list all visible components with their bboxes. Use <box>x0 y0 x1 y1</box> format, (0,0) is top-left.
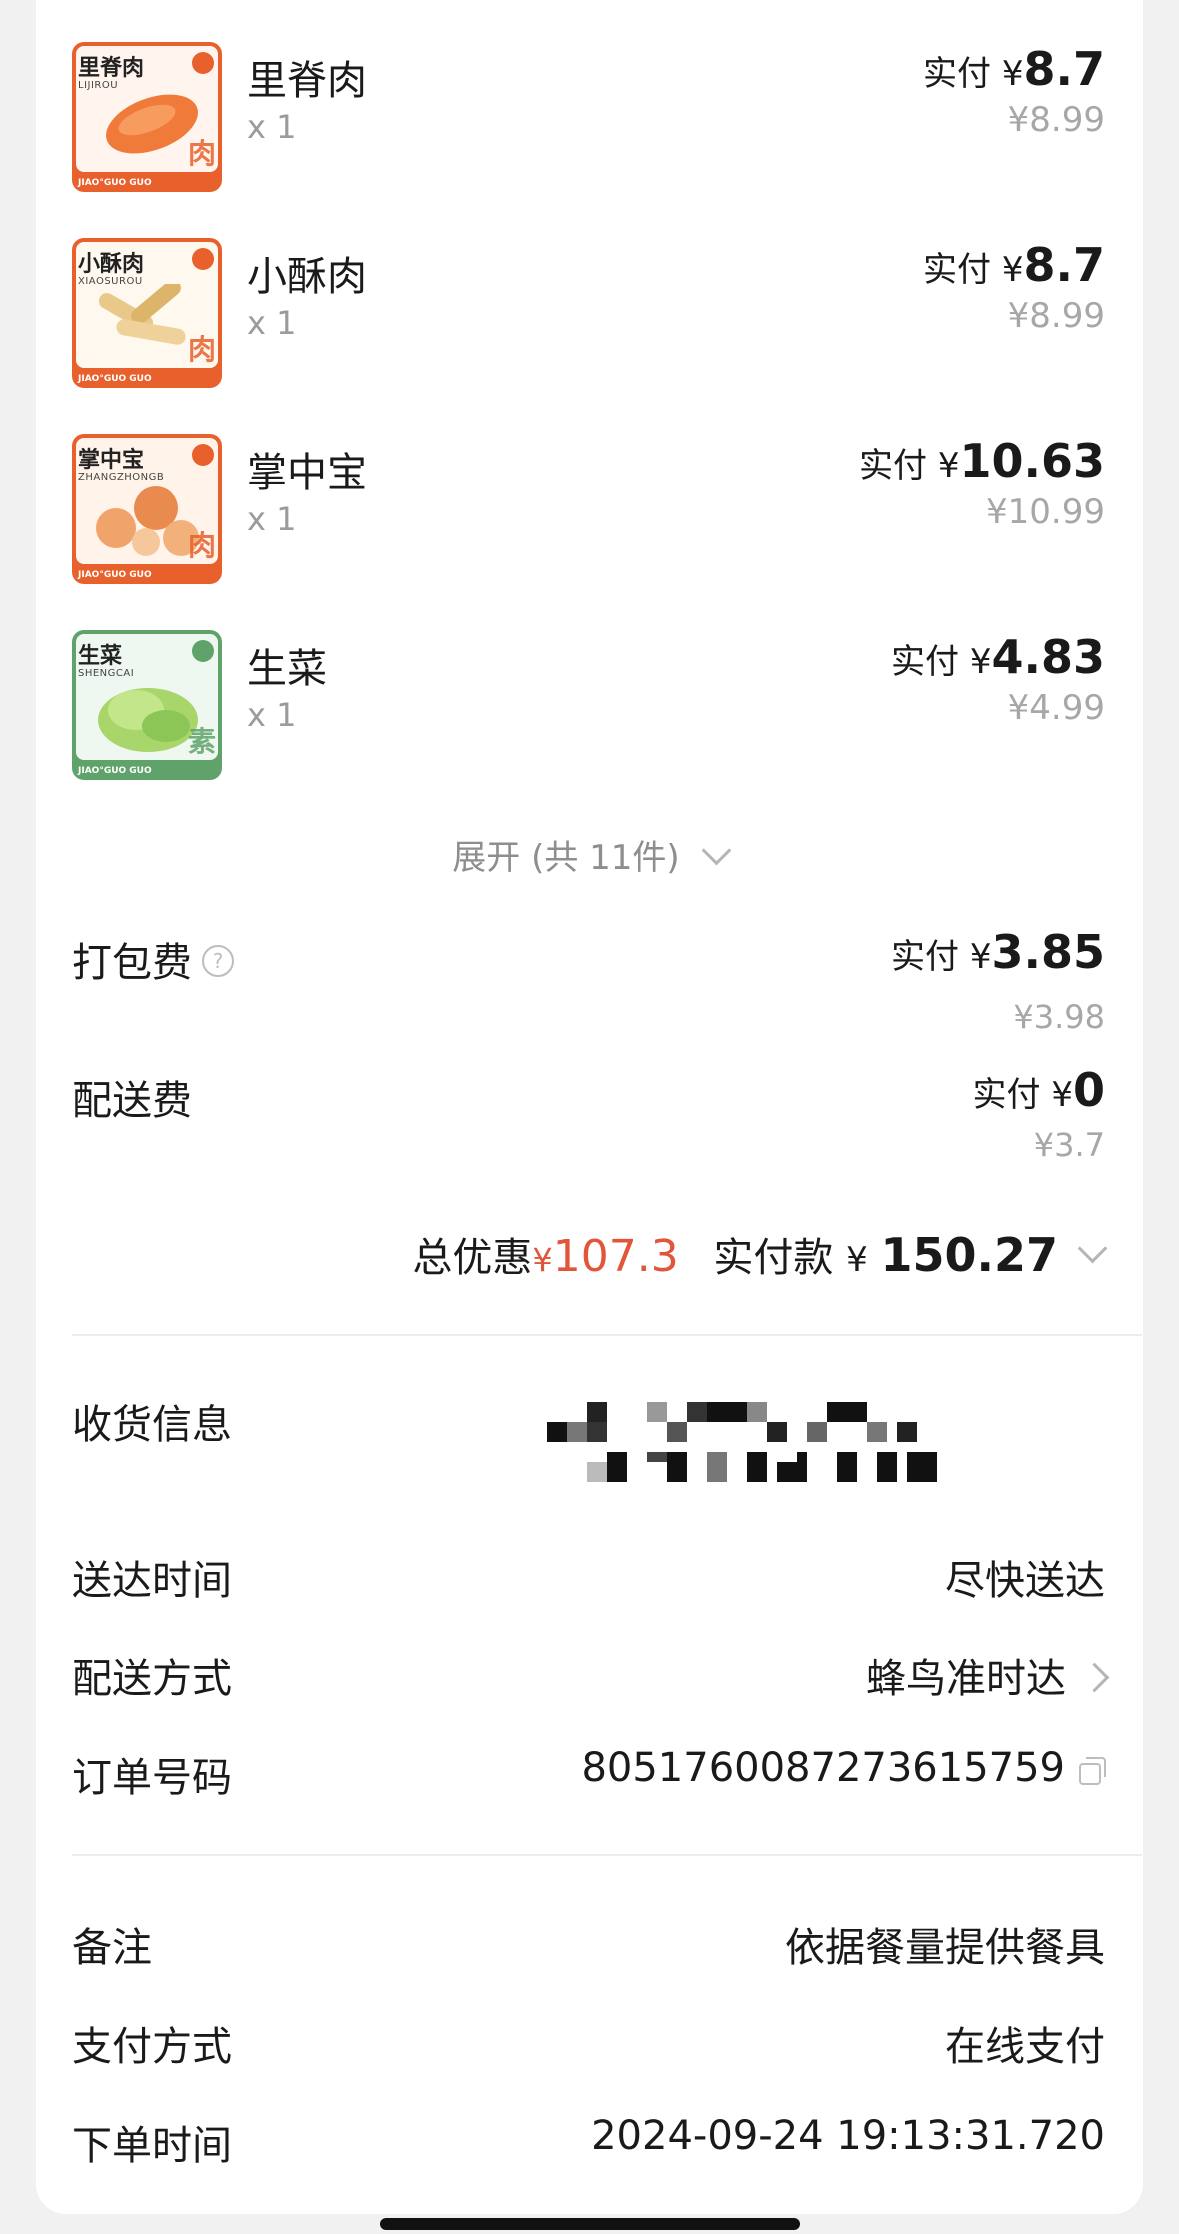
redacted-address <box>547 1402 1107 1502</box>
chevron-right-icon <box>1079 1662 1110 1693</box>
item-quantity: x 1 <box>247 108 297 146</box>
paid-amount: 8.7 <box>1023 42 1106 96</box>
thumbnail-brand: JIAO°GUO GUO <box>78 766 152 776</box>
pay-label: 实付款 <box>713 1235 834 1281</box>
badge-icon <box>192 444 214 466</box>
thumbnail-brand: JIAO°GUO GUO <box>78 374 152 384</box>
delivery-fee-original: ¥3.7 <box>1033 1126 1105 1164</box>
pay-amount: 150.27 <box>880 1228 1058 1282</box>
paid-prefix: 实付 ¥ <box>923 250 1024 290</box>
thumbnail-brand: JIAO°GUO GUO <box>78 570 152 580</box>
order-item[interactable]: 掌中宝 ZHANGZHONGB 肉 JIAO°GUO GUO 掌中宝 x 1 实… <box>36 434 1143 604</box>
help-icon[interactable]: ? <box>202 945 234 977</box>
packing-fee-label: 打包费? <box>72 930 234 988</box>
item-paid-price: 实付 ¥4.83 <box>891 630 1105 684</box>
order-item[interactable]: 小酥肉 XIAOSUROU 肉 JIAO°GUO GUO 小酥肉 x 1 实付 … <box>36 238 1143 408</box>
packing-fee-original: ¥3.98 <box>1013 998 1105 1036</box>
item-original-price: ¥10.99 <box>986 492 1105 532</box>
thumbnail-title: 掌中宝 <box>78 448 145 473</box>
item-original-price: ¥8.99 <box>1007 296 1105 336</box>
discount-amount: 107.3 <box>552 1231 679 1282</box>
paid-prefix: 实付 ¥ <box>859 446 960 486</box>
payment-method-value: 在线支付 <box>945 2024 1105 2070</box>
item-original-price: ¥4.99 <box>1007 688 1105 728</box>
order-totals[interactable]: 总优惠¥107.3 实付款 ¥ 150.27 <box>412 1225 1108 1283</box>
delivery-time-value: 尽快送达 <box>945 1558 1105 1604</box>
delivery-method-link[interactable]: 蜂鸟准时达 <box>866 1646 1110 1704</box>
paid-prefix: 实付 ¥ <box>891 937 992 977</box>
divider <box>72 1334 1142 1336</box>
home-indicator[interactable] <box>380 2218 800 2230</box>
item-name: 里脊肉 <box>247 58 367 104</box>
badge-icon <box>192 640 214 662</box>
discount-label: 总优惠 <box>412 1235 533 1281</box>
order-item[interactable]: 里脊肉 LIJIROU 肉 JIAO°GUO GUO 里脊肉 x 1 实付 ¥8… <box>36 42 1143 212</box>
paid-amount: 4.83 <box>991 630 1106 684</box>
thumbnail-tag: 肉 <box>187 529 216 562</box>
expand-items-button[interactable]: 展开 (共 11件) <box>36 830 1143 879</box>
paid-prefix: 实付 ¥ <box>891 642 992 682</box>
thumbnail-subtitle: LIJIROU <box>78 80 119 91</box>
thumbnail-title: 小酥肉 <box>78 252 145 277</box>
thumbnail-tag: 肉 <box>187 333 216 366</box>
divider <box>72 1854 1142 1856</box>
badge-icon <box>192 248 214 270</box>
item-thumbnail: 生菜 SHENGCAI 素 JIAO°GUO GUO <box>72 630 222 780</box>
order-item[interactable]: 生菜 SHENGCAI 素 JIAO°GUO GUO 生菜 x 1 实付 ¥4.… <box>36 630 1143 800</box>
thumbnail-tag: 素 <box>187 725 216 758</box>
item-name: 生菜 <box>247 646 327 692</box>
item-original-price: ¥8.99 <box>1007 100 1105 140</box>
thumbnail-subtitle: XIAOSUROU <box>78 276 143 287</box>
item-name: 掌中宝 <box>247 450 367 496</box>
copy-icon[interactable] <box>1079 1757 1106 1785</box>
delivery-fee-paid: 实付 ¥0 <box>973 1063 1105 1117</box>
paid-amount: 3.85 <box>991 925 1106 979</box>
item-paid-price: 实付 ¥10.63 <box>859 434 1105 488</box>
paid-amount: 10.63 <box>959 434 1105 488</box>
thumbnail-tag: 肉 <box>187 137 216 170</box>
paid-amount: 8.7 <box>1023 238 1106 292</box>
delivery-method-label: 配送方式 <box>72 1656 232 1702</box>
item-quantity: x 1 <box>247 696 297 734</box>
badge-icon <box>192 52 214 74</box>
discount-currency: ¥ <box>532 1241 553 1279</box>
paid-prefix: 实付 ¥ <box>972 1075 1073 1115</box>
order-number-label: 订单号码 <box>72 1755 232 1801</box>
paid-amount: 0 <box>1072 1063 1105 1117</box>
receiver-info-label: 收货信息 <box>72 1402 232 1448</box>
thumbnail-title: 生菜 <box>78 644 123 669</box>
paid-prefix: 实付 ¥ <box>923 54 1024 94</box>
meat-image-icon <box>106 94 198 154</box>
order-time-value: 2024-09-24 19:13:31.720 <box>591 2113 1105 2159</box>
thumbnail-title: 里脊肉 <box>78 56 145 81</box>
chevron-down-icon <box>1077 1233 1108 1264</box>
order-number: 8051760087273615759 <box>581 1745 1106 1791</box>
order-number-value: 8051760087273615759 <box>581 1745 1065 1791</box>
note-value: 依据餐量提供餐具 <box>785 1925 1105 1971</box>
thumbnail-brand: JIAO°GUO GUO <box>78 178 152 188</box>
delivery-time-label: 送达时间 <box>72 1558 232 1604</box>
item-paid-price: 实付 ¥8.7 <box>923 238 1105 292</box>
packing-fee-paid: 实付 ¥3.85 <box>891 925 1105 979</box>
item-thumbnail: 小酥肉 XIAOSUROU 肉 JIAO°GUO GUO <box>72 238 222 388</box>
delivery-method-value: 蜂鸟准时达 <box>866 1656 1066 1702</box>
item-thumbnail: 里脊肉 LIJIROU 肉 JIAO°GUO GUO <box>72 42 222 192</box>
thumbnail-subtitle: SHENGCAI <box>78 668 135 679</box>
item-paid-price: 实付 ¥8.7 <box>923 42 1105 96</box>
pay-currency: ¥ <box>846 1240 868 1280</box>
note-label: 备注 <box>72 1925 152 1971</box>
expand-label: 展开 (共 11件) <box>452 838 680 878</box>
item-quantity: x 1 <box>247 500 297 538</box>
item-quantity: x 1 <box>247 304 297 342</box>
thumbnail-subtitle: ZHANGZHONGB <box>78 472 165 483</box>
packing-fee-text: 打包费 <box>72 940 192 986</box>
chevron-down-icon <box>701 835 732 866</box>
payment-method-label: 支付方式 <box>72 2024 232 2070</box>
delivery-fee-label: 配送费 <box>72 1078 192 1124</box>
item-name: 小酥肉 <box>247 254 367 300</box>
order-time-label: 下单时间 <box>72 2123 232 2169</box>
item-thumbnail: 掌中宝 ZHANGZHONGB 肉 JIAO°GUO GUO <box>72 434 222 584</box>
order-detail-card: 里脊肉 LIJIROU 肉 JIAO°GUO GUO 里脊肉 x 1 实付 ¥8… <box>36 0 1143 2214</box>
